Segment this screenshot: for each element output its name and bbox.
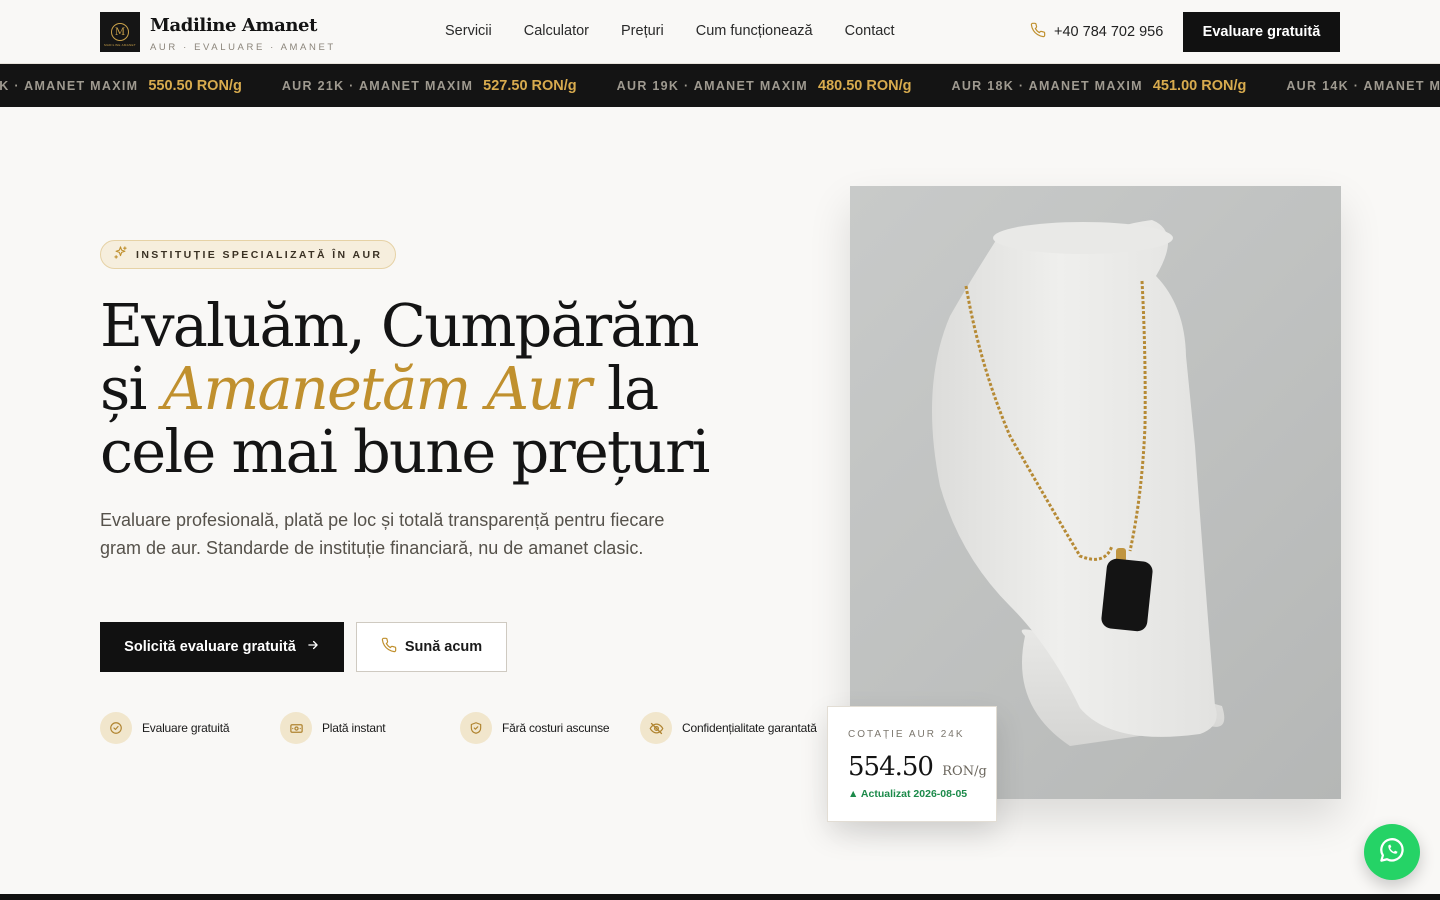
shield-check-icon [460,712,492,744]
ticker-label: 2K · AMANET MAXIM [0,78,139,93]
phone-icon [1030,22,1046,42]
feature-label: Fără costuri ascunse [502,721,610,735]
banknote-icon [280,712,312,744]
feature-item: Fără costuri ascunse [460,712,640,744]
nav-item-contact[interactable]: Contact [845,23,895,39]
hero-badge: INSTITUȚIE SPECIALIZATĂ ÎN AUR [100,240,397,269]
header-phone-link[interactable]: +40 784 702 956 [1030,22,1163,42]
brand-name[interactable]: Madiline Amanet [150,15,317,36]
feature-item: Confidențialitate garantată [640,712,820,744]
ticker-item: AUR 18K · AMANET MAXIM 451.00 RON/g [952,78,1247,94]
brand-logo[interactable]: M MADILINE AMANET [100,12,140,52]
phone-icon [381,637,397,657]
next-section-edge [0,894,1440,900]
call-now-label: Sună acum [404,639,483,655]
header-evaluation-button[interactable]: Evaluare gratuită [1183,12,1340,52]
eye-off-icon [640,712,672,744]
quote-value: 554.50 [848,752,934,782]
ticker-track: 2K · AMANET MAXIM 550.50 RON/g AUR 21K ·… [0,64,1440,107]
feature-item: Plată instant [280,712,460,744]
check-circle-icon [100,712,132,744]
hero-title-highlight: Amanetăm Aur [162,354,592,423]
quote-value-row: 554.50 RON/g [848,752,987,782]
request-evaluation-button[interactable]: Solicită evaluare gratuită [100,622,344,672]
call-now-button[interactable]: Sună acum [356,622,507,672]
feature-label: Evaluare gratuită [142,721,230,735]
whatsapp-button[interactable] [1364,824,1420,880]
hero-title-part1: Evaluăm, Cumpărăm [100,291,700,360]
nav-item-cum-functioneaza[interactable]: Cum funcționează [696,23,813,39]
ticker-label: AUR 19K · AMANET MAXIM [616,78,809,93]
whatsapp-icon [1377,835,1407,870]
feature-label: Plată instant [322,721,386,735]
hero-title: Evaluăm, Cumpărăm și Amanetăm Aur la cel… [100,294,760,483]
ticker-value: 480.50 RON/g [818,77,912,94]
ticker-label: AUR 14K · AMANET MAXIM [1286,78,1440,93]
sparkle-icon [113,245,128,265]
logo-small-text: MADILINE AMANET [104,43,136,47]
price-ticker: 2K · AMANET MAXIM 550.50 RON/g AUR 21K ·… [0,64,1440,107]
feature-list: Evaluare gratuită Plată instant Fără cos… [100,712,820,744]
quote-status: ▲ Actualizat 2026-08-05 [848,788,968,800]
ticker-value: 527.50 RON/g [483,77,577,94]
hero-title-part3: la [606,354,659,423]
hero-title-part4: cele mai bune prețuri [100,417,710,486]
ticker-label: AUR 21K · AMANET MAXIM [281,78,474,93]
nav-item-servicii[interactable]: Servicii [445,23,492,39]
header-phone-number: +40 784 702 956 [1054,24,1164,40]
logo-monogram: M [111,23,129,41]
main-nav: Servicii Calculator Prețuri Cum funcțion… [445,23,895,39]
site-header: M MADILINE AMANET Madiline Amanet AUR · … [0,0,1440,64]
quote-label: COTAȚIE AUR 24K [848,729,965,740]
ticker-value: 451.00 RON/g [1152,77,1247,94]
hero-lead: Evaluare profesională, plată pe loc și t… [100,510,665,558]
brand-tagline: AUR · EVALUARE · AMANET [150,42,336,53]
ticker-item: AUR 21K · AMANET MAXIM 527.50 RON/g [282,78,577,94]
ticker-item: AUR 19K · AMANET MAXIM 480.50 RON/g [617,78,912,94]
request-evaluation-label: Solicită evaluare gratuită [124,639,296,655]
feature-label: Confidențialitate garantată [682,721,817,735]
ticker-item: 2K · AMANET MAXIM 550.50 RON/g [0,78,242,94]
gold-quote-card: COTAȚIE AUR 24K 554.50 RON/g ▲ Actualiza… [827,706,997,822]
ticker-label: AUR 18K · AMANET MAXIM [951,78,1143,93]
ticker-value: 550.50 RON/g [148,77,242,94]
feature-item: Evaluare gratuită [100,712,280,744]
quote-unit: RON/g [942,764,987,779]
nav-item-preturi[interactable]: Prețuri [621,23,664,39]
arrow-right-icon [306,638,320,656]
hero-badge-text: INSTITUȚIE SPECIALIZATĂ ÎN AUR [136,248,383,261]
nav-item-calculator[interactable]: Calculator [524,23,589,39]
ticker-item: AUR 14K · AMANET MAXIM [1286,79,1440,93]
hero-title-part2: și [100,354,147,423]
